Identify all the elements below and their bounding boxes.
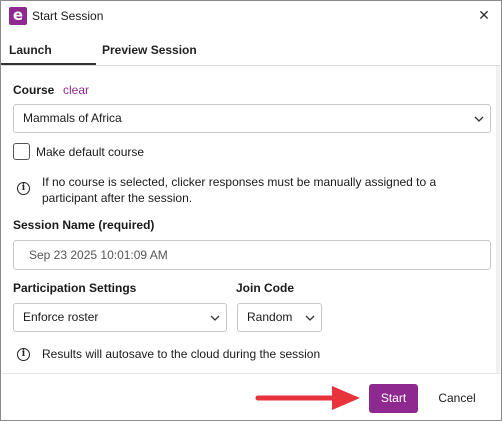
session-name-input[interactable]: Sep 23 2025 10:01:09 AM <box>13 240 491 270</box>
close-button[interactable]: ✕ <box>471 4 497 28</box>
info-icon: i <box>17 348 30 361</box>
tab-launch-session[interactable]: Launch Session <box>1 32 96 93</box>
join-code-select[interactable]: Random <box>237 303 322 332</box>
chevron-down-icon <box>305 315 315 321</box>
session-name-required: (required) <box>98 218 155 232</box>
window-title: Start Session <box>32 9 104 23</box>
participation-settings-select[interactable]: Enforce roster <box>13 303 227 332</box>
start-button[interactable]: Start <box>369 384 418 413</box>
make-default-checkbox[interactable] <box>13 143 30 160</box>
title-bar: e Start Session ✕ <box>1 1 501 32</box>
cancel-button[interactable]: Cancel <box>433 384 481 413</box>
session-name-label-text: Session Name <box>13 218 96 232</box>
chevron-down-icon <box>210 315 220 321</box>
clear-course-link[interactable]: clear <box>63 83 89 97</box>
app-logo-icon: e <box>9 7 27 25</box>
join-code-label: Join Code <box>236 281 295 295</box>
participation-settings-label: Participation Settings <box>13 281 137 295</box>
course-label: Course <box>13 83 55 97</box>
tab-bar: Launch Session Preview Session <box>1 32 501 93</box>
make-default-label: Make default course <box>36 145 145 159</box>
join-code-value: Random <box>247 310 293 324</box>
start-session-dialog: e Start Session ✕ Launch Session Preview… <box>0 0 502 421</box>
annotation-arrow-icon <box>255 386 360 410</box>
participation-settings-value: Enforce roster <box>23 310 99 324</box>
course-info-note: If no course is selected, clicker respon… <box>42 175 437 205</box>
autosave-note: Results will autosave to the cloud durin… <box>42 347 321 361</box>
scrollbar-track[interactable] <box>496 66 500 374</box>
dialog-footer: Start Cancel <box>2 373 500 420</box>
info-icon: i <box>17 182 30 195</box>
chevron-down-icon <box>474 116 484 122</box>
launch-session-panel: Course clear Mammals of Africa Make defa… <box>2 65 500 374</box>
course-select[interactable]: Mammals of Africa <box>13 104 491 133</box>
course-select-value: Mammals of Africa <box>23 111 122 125</box>
session-name-label: Session Name (required) <box>13 218 154 232</box>
tab-preview-session[interactable]: Preview Session <box>102 32 197 65</box>
